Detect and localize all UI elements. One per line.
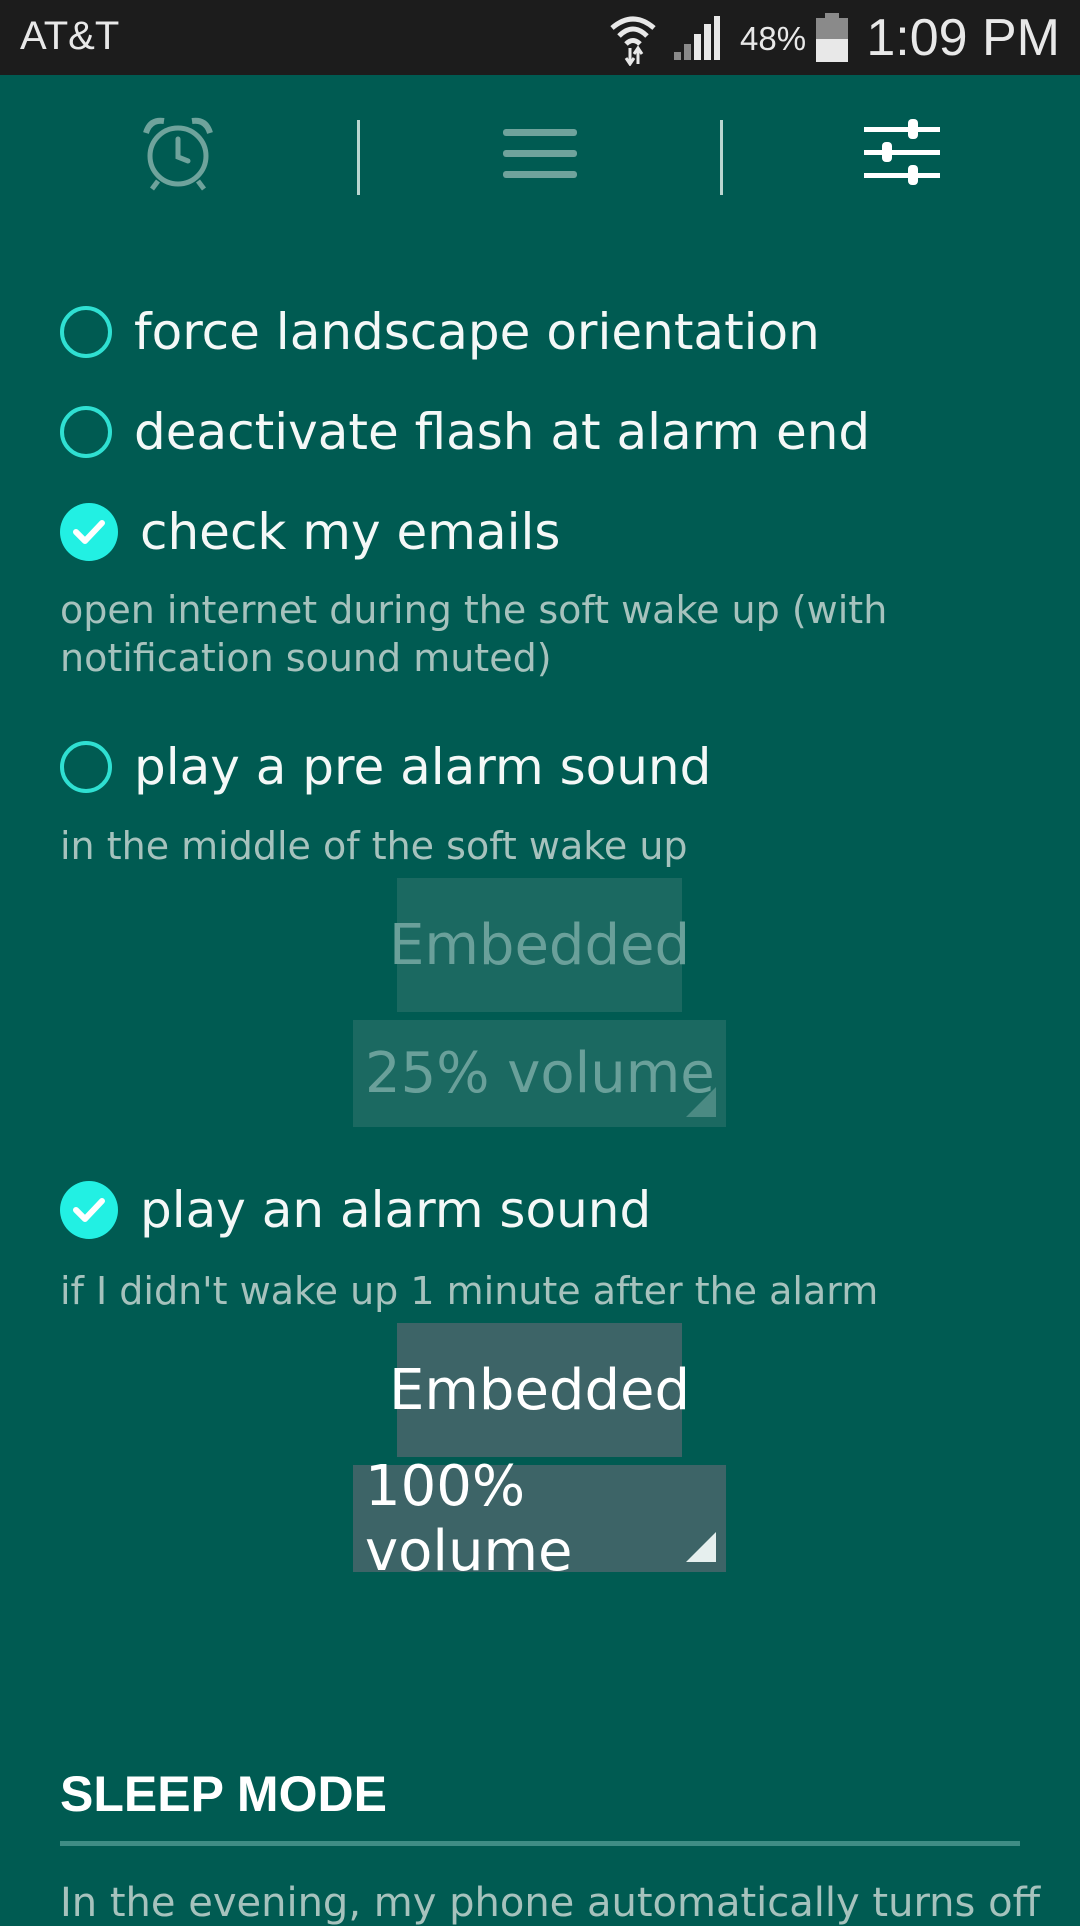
select-value: 100% volume — [365, 1453, 573, 1584]
settings-tab[interactable] — [852, 115, 952, 195]
clock: 1:09 PM — [866, 9, 1060, 67]
signal-icon — [672, 14, 722, 66]
option-alarm-sound[interactable]: play an alarm sound — [60, 1181, 651, 1239]
menu-icon — [501, 123, 579, 187]
alarm-sound-select[interactable]: Embedded — [389, 1323, 690, 1457]
pre-alarm-sound-select[interactable]: Embedded — [389, 878, 690, 1012]
alarm-clock-icon — [138, 113, 218, 197]
select-value: 25% volume — [365, 1041, 715, 1106]
unchecked-radio-icon[interactable] — [60, 306, 112, 358]
option-label: play a pre alarm sound — [134, 738, 712, 796]
battery-icon — [815, 13, 849, 67]
dropdown-corner-icon — [686, 1087, 716, 1117]
wifi-icon — [608, 10, 658, 70]
menu-tab[interactable] — [490, 115, 590, 195]
option-force-landscape[interactable]: force landscape orientation — [60, 303, 820, 361]
carrier-label: AT&T — [20, 14, 120, 58]
unchecked-radio-icon[interactable] — [60, 406, 112, 458]
status-bar: AT&T 48% 1:09 PM — [0, 0, 1080, 75]
option-deactivate-flash[interactable]: deactivate flash at alarm end — [60, 403, 870, 461]
option-check-emails[interactable]: check my emails — [60, 503, 560, 561]
checkmark-icon[interactable] — [60, 1181, 118, 1239]
option-label: force landscape orientation — [134, 303, 820, 361]
select-value: Embedded — [388, 1357, 691, 1423]
unchecked-radio-icon[interactable] — [60, 741, 112, 793]
battery-percentage: 48% — [740, 20, 807, 57]
nav-divider — [720, 120, 723, 195]
select-value: Embedded — [388, 912, 691, 978]
option-description: in the middle of the soft wake up — [60, 824, 688, 868]
checkmark-icon[interactable] — [60, 503, 118, 561]
option-label: check my emails — [140, 503, 561, 561]
option-description: if I didn't wake up 1 minute after the a… — [60, 1269, 879, 1313]
nav-divider — [357, 120, 360, 195]
pre-alarm-volume-select[interactable]: 25% volume — [353, 1020, 726, 1127]
top-navigation — [0, 75, 1080, 235]
sliders-icon — [862, 117, 942, 193]
alarm-volume-select[interactable]: 100% volume — [353, 1454, 726, 1584]
alarm-tab[interactable] — [128, 115, 228, 195]
section-divider — [60, 1841, 1020, 1846]
option-description: open internet during the soft wake up (w… — [60, 588, 888, 680]
option-pre-alarm-sound[interactable]: play a pre alarm sound — [60, 738, 711, 796]
section-title: SLEEP MODE — [60, 1766, 387, 1822]
option-label: play an alarm sound — [140, 1181, 652, 1239]
option-label: deactivate flash at alarm end — [134, 403, 871, 461]
dropdown-corner-icon — [686, 1532, 716, 1562]
section-description: In the evening, my phone automatically t… — [60, 1880, 1041, 1926]
